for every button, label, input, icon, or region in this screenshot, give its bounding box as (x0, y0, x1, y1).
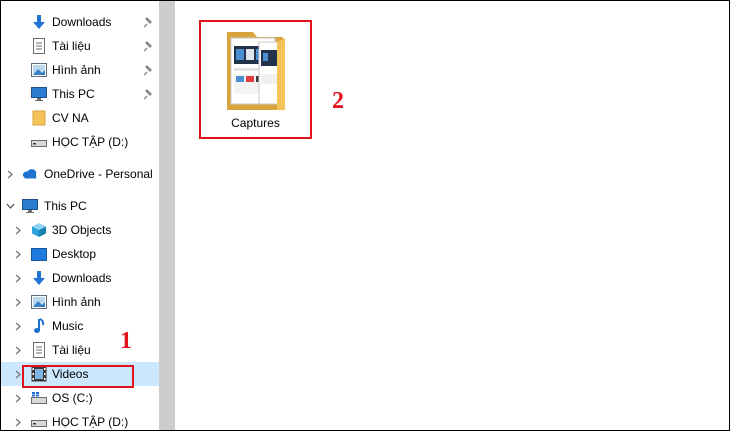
nav-scrollbar[interactable] (159, 1, 175, 430)
music-note-icon (31, 318, 47, 334)
nav-item-label: Music (52, 319, 84, 333)
pictures-icon (31, 62, 47, 78)
chevron-right-icon[interactable] (13, 248, 23, 260)
chevron-right-icon[interactable] (13, 416, 23, 428)
nav-item-tai-lieu-pc[interactable]: Tài liệu (1, 338, 159, 362)
nav-item-label: This PC (44, 199, 87, 213)
folder-icon (31, 110, 47, 126)
nav-item-tai-lieu[interactable]: Tài liệu (1, 34, 159, 58)
nav-item-label: Downloads (52, 271, 112, 285)
pin-icon[interactable] (144, 88, 154, 100)
nav-item-label: Tài liệu (52, 343, 91, 357)
nav-item-3d-objects[interactable]: 3D Objects (1, 218, 159, 242)
download-arrow-icon (31, 270, 47, 286)
nav-item-label: HỌC TẬP (D:) (52, 135, 129, 149)
nav-item-downloads[interactable]: Downloads (1, 10, 159, 34)
cube-icon (31, 222, 47, 238)
windows-drive-icon (31, 390, 47, 406)
nav-item-label: Downloads (52, 15, 112, 29)
nav-item-label: Hình ảnh (52, 295, 101, 309)
nav-item-label: CV NA (52, 111, 89, 125)
navigation-pane: Downloads Tài liệu Hình ảnh This PC CV N… (1, 1, 159, 430)
chevron-right-icon[interactable] (13, 272, 23, 284)
folder-with-images-icon (213, 28, 299, 114)
nav-item-desktop[interactable]: Desktop (1, 242, 159, 266)
folder-item-captures[interactable]: Captures (199, 20, 312, 139)
nav-item-label: This PC (52, 87, 95, 101)
nav-item-music[interactable]: Music (1, 314, 159, 338)
chevron-right-icon[interactable] (13, 392, 23, 404)
nav-item-onedrive[interactable]: OneDrive - Personal (1, 162, 159, 186)
pin-icon[interactable] (144, 64, 154, 76)
drive-icon (31, 134, 47, 150)
nav-item-label: Tài liệu (52, 39, 91, 53)
nav-item-label: 3D Objects (52, 223, 112, 237)
nav-item-label: OneDrive - Personal (44, 167, 153, 181)
nav-item-this-pc-pinned[interactable]: This PC (1, 82, 159, 106)
computer-icon (31, 86, 47, 102)
step1-number: 1 (120, 328, 132, 354)
nav-item-hinh-anh[interactable]: Hình ảnh (1, 58, 159, 82)
download-arrow-icon (31, 14, 47, 30)
document-icon (31, 38, 47, 54)
pin-icon[interactable] (144, 16, 154, 28)
folder-label: Captures (231, 116, 280, 130)
chevron-right-icon[interactable] (13, 344, 23, 356)
computer-icon (22, 198, 38, 214)
pictures-icon (31, 294, 47, 310)
nav-item-hoc-tap-pinned[interactable]: HỌC TẬP (D:) (1, 130, 159, 154)
step1-highlight (22, 365, 134, 388)
chevron-right-icon[interactable] (13, 320, 23, 332)
chevron-right-icon[interactable] (13, 296, 23, 308)
document-icon (31, 342, 47, 358)
nav-item-label: HỌC TẬP (D:) (52, 415, 129, 429)
nav-item-label: OS (C:) (52, 391, 93, 405)
step2-number: 2 (332, 88, 344, 114)
chevron-right-icon[interactable] (13, 224, 23, 236)
nav-item-this-pc[interactable]: This PC (1, 194, 159, 218)
nav-item-label: Hình ảnh (52, 63, 101, 77)
nav-item-downloads-pc[interactable]: Downloads (1, 266, 159, 290)
chevron-down-icon[interactable] (5, 200, 15, 212)
nav-scrollbar-thumb[interactable] (159, 1, 175, 430)
pin-icon[interactable] (144, 40, 154, 52)
desktop-icon (31, 246, 47, 262)
nav-item-os-c[interactable]: OS (C:) (1, 386, 159, 410)
nav-item-label: Desktop (52, 247, 97, 261)
drive-icon (31, 414, 47, 430)
nav-item-cv-na[interactable]: CV NA (1, 106, 159, 130)
nav-item-hoc-tap[interactable]: HỌC TẬP (D:) (1, 410, 159, 430)
nav-item-hinh-anh-pc[interactable]: Hình ảnh (1, 290, 159, 314)
chevron-right-icon[interactable] (5, 168, 15, 180)
cloud-icon (22, 166, 38, 182)
file-explorer-window: Downloads Tài liệu Hình ảnh This PC CV N… (0, 0, 730, 431)
